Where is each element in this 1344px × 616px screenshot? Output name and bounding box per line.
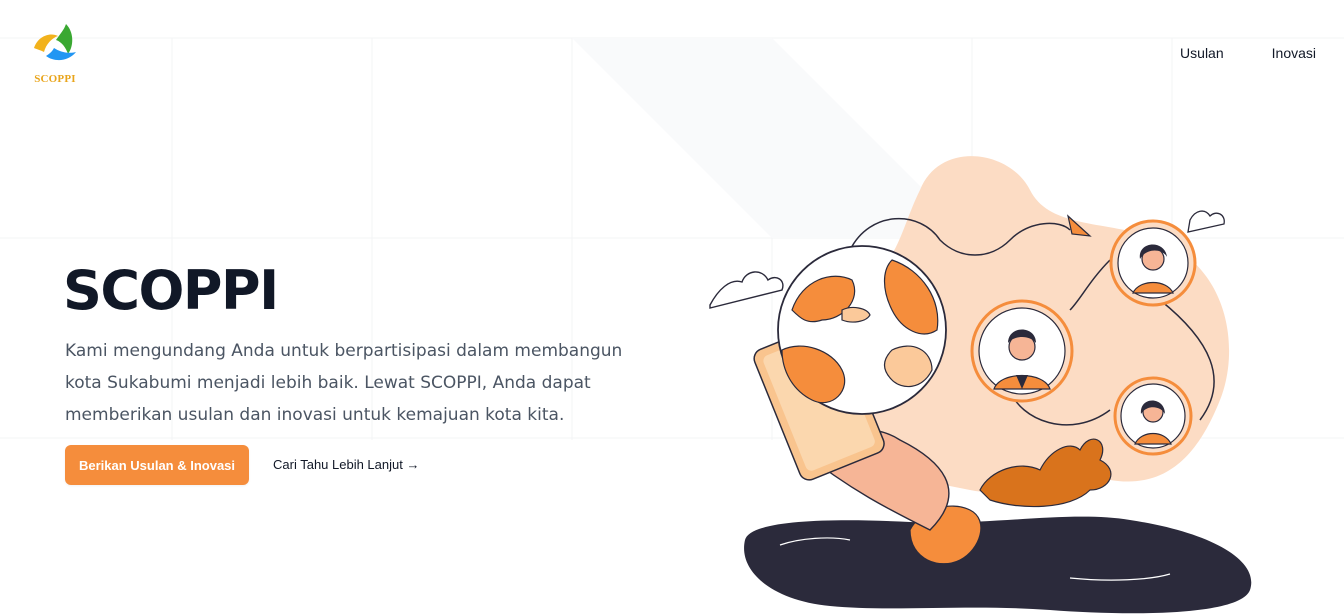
learn-more-link[interactable]: Cari Tahu Lebih Lanjut →: [273, 456, 419, 474]
hero-description: Kami mengundang Anda untuk berpartisipas…: [65, 341, 623, 425]
cloud-icon: [709, 271, 784, 309]
logo-text: SCOPPI: [34, 73, 76, 85]
nav-item-inovasi[interactable]: Inovasi: [1272, 45, 1316, 61]
scoppi-logo-icon: [34, 24, 76, 61]
avatar-woman-bottom: [1113, 376, 1193, 456]
landing-page: SCOPPI Usulan Inovasi SCOPPI Kami mengun…: [0, 0, 1344, 616]
avatar-man: [970, 299, 1074, 403]
nav-item-usulan[interactable]: Usulan: [1180, 45, 1224, 61]
cloud-icon-2: [1187, 210, 1225, 233]
puddle-shape: [744, 516, 1252, 614]
submit-proposal-button[interactable]: Berikan Usulan & Inovasi: [65, 445, 249, 485]
main-nav: Usulan Inovasi: [1180, 45, 1316, 61]
globe-icon: [777, 245, 947, 415]
hero-illustration: [709, 156, 1252, 614]
hero-title: SCOPPI: [63, 259, 279, 322]
avatar-woman-top: [1109, 219, 1197, 307]
logo-link[interactable]: SCOPPI: [28, 22, 82, 88]
